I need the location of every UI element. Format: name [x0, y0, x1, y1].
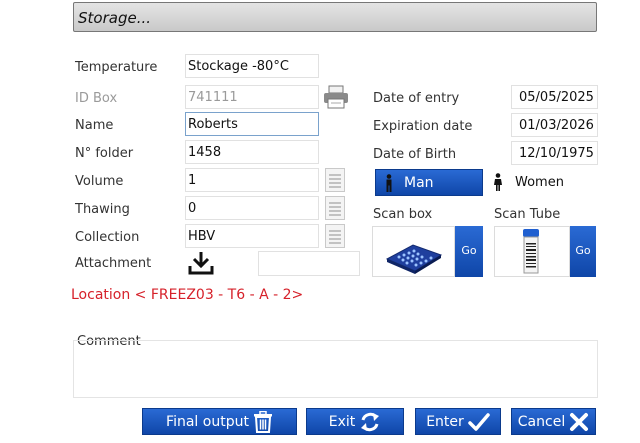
attachment-field[interactable] — [258, 251, 360, 276]
folder-label: N° folder — [75, 146, 134, 161]
volume-label: Volume — [75, 174, 124, 189]
exit-label: Exit — [328, 413, 356, 430]
exit-button[interactable]: Exit — [306, 408, 404, 435]
expiration-date-field[interactable]: 01/03/2026 — [511, 113, 598, 137]
final-output-label: Final output — [166, 413, 249, 430]
date-birth-field[interactable]: 12/10/1975 — [511, 141, 598, 165]
window-title: Storage... — [78, 9, 151, 27]
temperature-label: Temperature — [75, 60, 158, 75]
scan-tube-image — [494, 226, 570, 277]
name-label: Name — [75, 118, 114, 133]
name-field[interactable]: Roberts — [185, 112, 319, 136]
expiration-date-label: Expiration date — [373, 119, 473, 134]
collection-list-icon[interactable] — [325, 224, 345, 248]
tube-icon — [523, 229, 539, 274]
attachment-label: Attachment — [75, 256, 152, 271]
woman-icon — [494, 173, 502, 191]
cancel-label: Cancel — [517, 413, 566, 430]
id-box-label: ID Box — [75, 91, 118, 106]
id-box-field[interactable]: 741111 — [185, 85, 319, 109]
thawing-label: Thawing — [75, 202, 130, 217]
gender-women-option[interactable]: Women — [493, 173, 564, 191]
printer-icon[interactable] — [322, 84, 350, 110]
enter-button[interactable]: Enter — [415, 408, 501, 435]
man-icon — [386, 173, 392, 192]
gender-women-label: Women — [515, 174, 564, 190]
collection-field[interactable]: HBV — [185, 224, 319, 248]
scan-box-image — [372, 226, 455, 277]
checkmark-icon — [468, 412, 490, 431]
volume-field[interactable]: 1 — [185, 168, 319, 192]
enter-label: Enter — [426, 413, 464, 430]
volume-list-icon[interactable] — [325, 168, 345, 192]
comment-field[interactable] — [73, 340, 598, 398]
date-entry-label: Date of entry — [373, 91, 460, 106]
scan-box-label: Scan box — [373, 207, 433, 222]
refresh-icon — [361, 412, 380, 431]
date-entry-field[interactable]: 05/05/2025 — [511, 85, 598, 109]
gender-man-label: Man — [404, 174, 434, 191]
date-birth-label: Date of Birth — [373, 147, 457, 162]
thawing-list-icon[interactable] — [325, 196, 345, 220]
scan-tube-go-button[interactable]: Go — [570, 226, 596, 277]
gender-man-button[interactable]: Man — [375, 169, 483, 196]
cancel-button[interactable]: Cancel — [511, 408, 596, 435]
box-rack-icon — [385, 244, 443, 274]
trash-icon — [253, 410, 272, 433]
final-output-button[interactable]: Final output — [142, 408, 297, 435]
temperature-field[interactable]: Stockage -80°C — [185, 54, 319, 78]
scan-box-go-button[interactable]: Go — [455, 226, 483, 277]
scan-tube-label: Scan Tube — [494, 207, 561, 222]
folder-field[interactable]: 1458 — [185, 140, 319, 164]
close-icon — [570, 412, 589, 431]
window-title-bar: Storage... — [73, 2, 597, 32]
thawing-field[interactable]: 0 — [185, 196, 319, 220]
collection-label: Collection — [75, 230, 140, 245]
location-text: Location < FREEZ03 - T6 - A - 2> — [71, 287, 304, 303]
download-icon[interactable] — [187, 250, 215, 276]
